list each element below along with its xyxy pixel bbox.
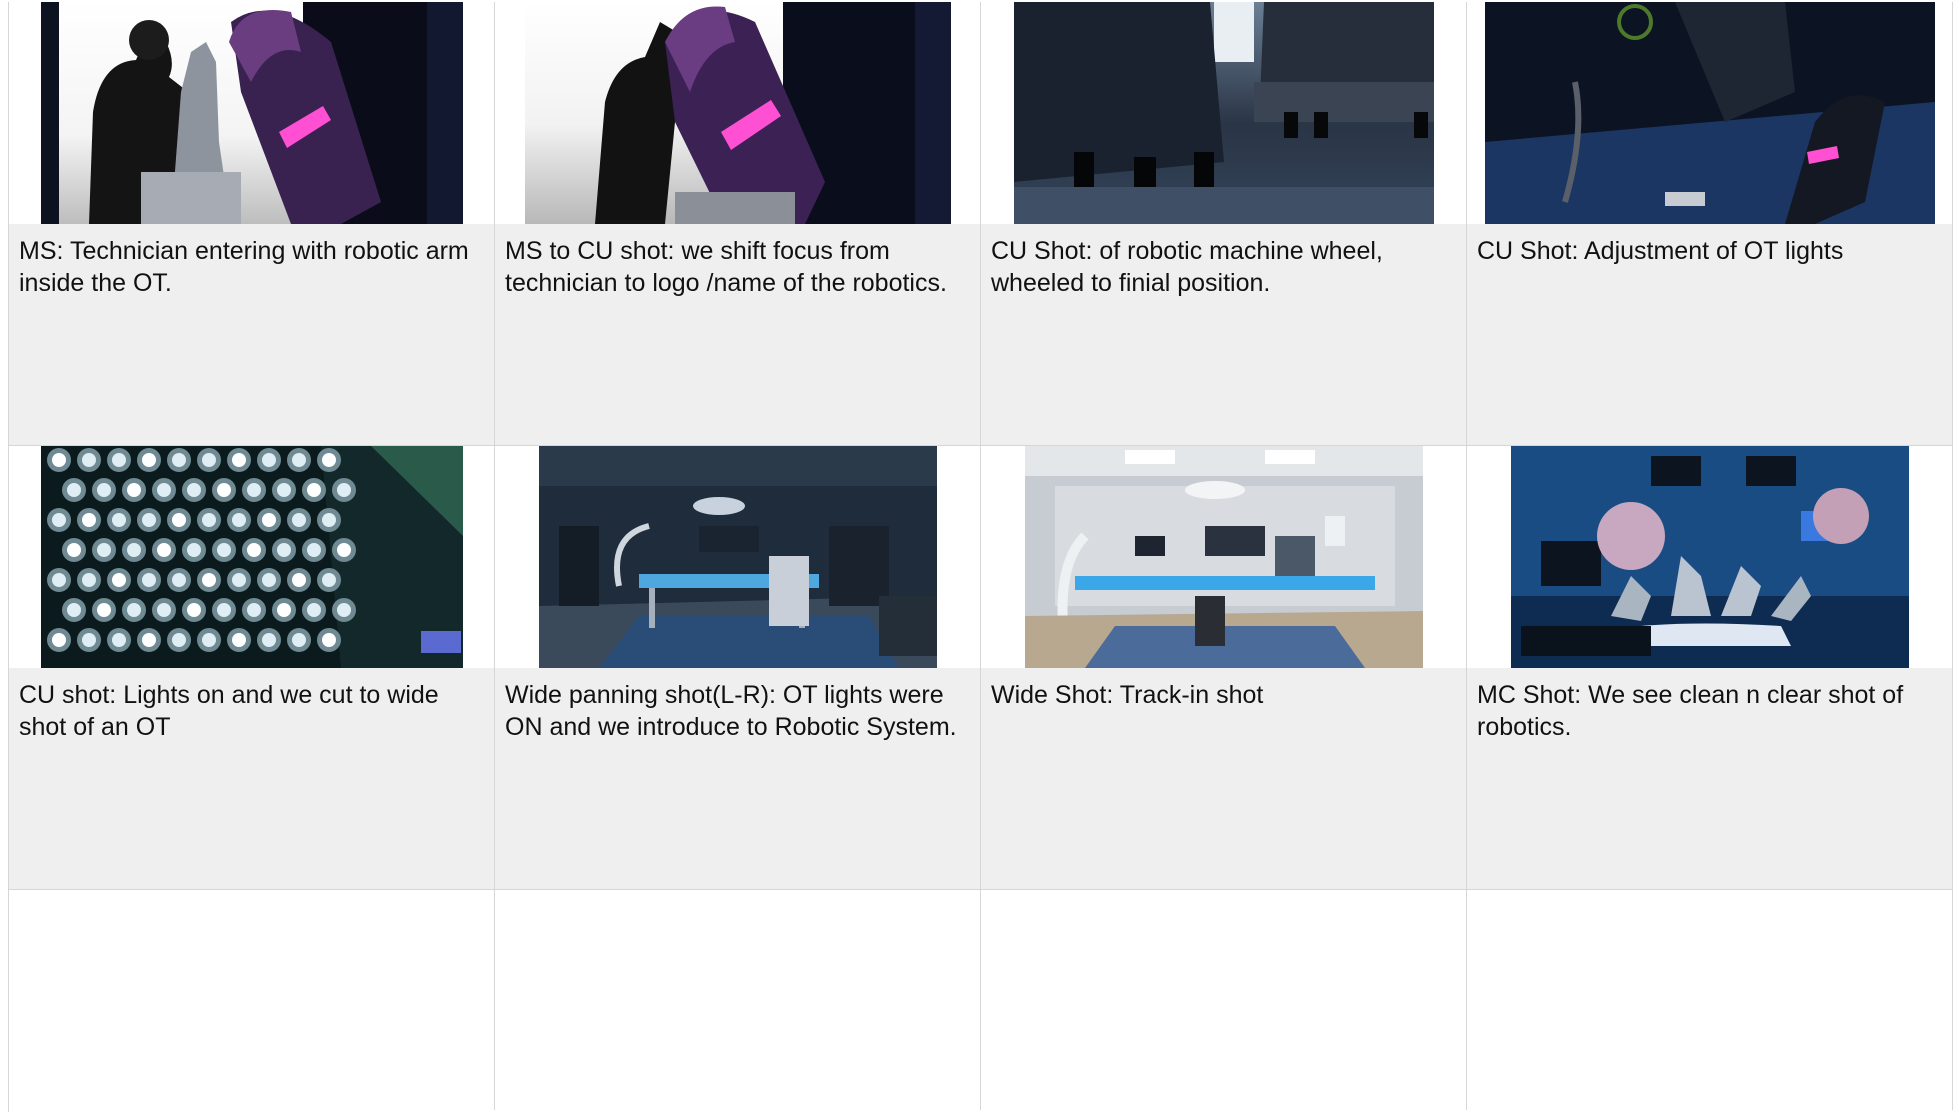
shot-caption-4: CU Shot: Adjustment of OT lights — [1467, 224, 1953, 446]
operating-theatre-dark-image — [538, 446, 937, 668]
empty-cell[interactable] — [1467, 890, 1953, 1110]
storyboard-frame-7 — [981, 446, 1467, 668]
storyboard-frame-5 — [9, 446, 495, 668]
shot-caption-5: CU shot: Lights on and we cut to wide sh… — [9, 668, 495, 890]
shot-caption-7: Wide Shot: Track-in shot — [981, 668, 1467, 890]
storyboard-frame-6 — [495, 446, 981, 668]
ot-lights-adjustment-image — [1484, 2, 1935, 224]
storyboard-frame-3 — [981, 2, 1467, 224]
shot-caption-8: MC Shot: We see clean n clear shot of ro… — [1467, 668, 1953, 890]
empty-cell[interactable] — [495, 890, 981, 1110]
storyboard-frame-1 — [9, 2, 495, 224]
storyboard-frame-4 — [1467, 2, 1953, 224]
operating-theatre-bright-image — [1024, 446, 1423, 668]
empty-cell[interactable] — [9, 890, 495, 1110]
shot-caption-6: Wide panning shot(L-R): OT lights were O… — [495, 668, 981, 890]
robotic-arm-logo-image — [524, 2, 951, 224]
storyboard-frame-2 — [495, 2, 981, 224]
storyboard-grid: MS: Technician entering with robotic arm… — [8, 2, 1953, 1112]
technician-robotic-arm-image — [40, 2, 463, 224]
shot-caption-2: MS to CU shot: we shift focus from techn… — [495, 224, 981, 446]
storyboard-frame-8 — [1467, 446, 1953, 668]
empty-cell[interactable] — [981, 890, 1467, 1110]
led-lights-image — [40, 446, 463, 668]
surgical-robot-image — [1510, 446, 1909, 668]
machine-wheel-image — [1013, 2, 1434, 224]
shot-caption-3: CU Shot: of robotic machine wheel, wheel… — [981, 224, 1467, 446]
shot-caption-1: MS: Technician entering with robotic arm… — [9, 224, 495, 446]
